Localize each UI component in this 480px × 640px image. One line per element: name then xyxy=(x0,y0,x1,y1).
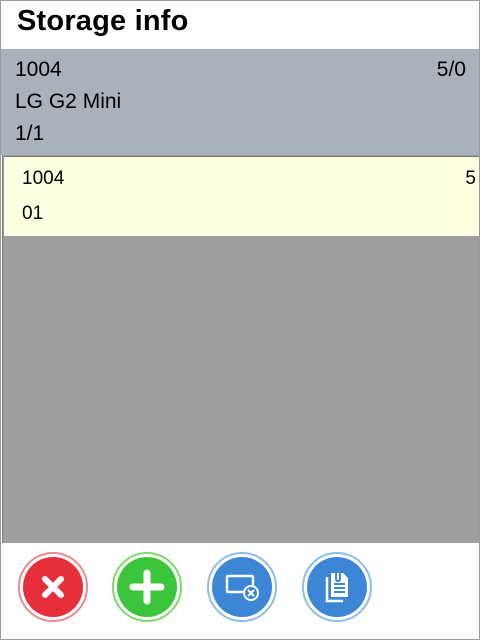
app-window: Storage info 1004 5/0 LG G2 Mini 1/1 100… xyxy=(0,0,480,640)
storage-summary-panel: 1004 5/0 LG G2 Mini 1/1 xyxy=(1,49,479,155)
item-quantity: 5 xyxy=(465,168,476,189)
list-item[interactable]: 1004 5 01 xyxy=(4,156,479,236)
remove-item-icon xyxy=(212,557,272,617)
clipboard-document-icon xyxy=(307,557,367,617)
cancel-button[interactable] xyxy=(18,552,88,622)
page-title: Storage info xyxy=(17,5,189,37)
summary-page-indicator: 1/1 xyxy=(15,122,45,145)
item-code: 1004 xyxy=(22,168,65,189)
summary-product-name: LG G2 Mini xyxy=(15,90,122,113)
bottom-toolbar xyxy=(1,543,479,639)
document-button[interactable] xyxy=(302,552,372,622)
add-button[interactable] xyxy=(112,552,182,622)
storage-list[interactable]: 1004 5 01 xyxy=(2,155,479,543)
plus-circle-icon xyxy=(117,557,177,617)
summary-code: 1004 xyxy=(15,58,62,81)
item-location: 01 xyxy=(22,203,44,224)
summary-count: 5/0 xyxy=(436,58,466,81)
close-circle-icon xyxy=(23,557,83,617)
remove-item-button[interactable] xyxy=(207,552,277,622)
